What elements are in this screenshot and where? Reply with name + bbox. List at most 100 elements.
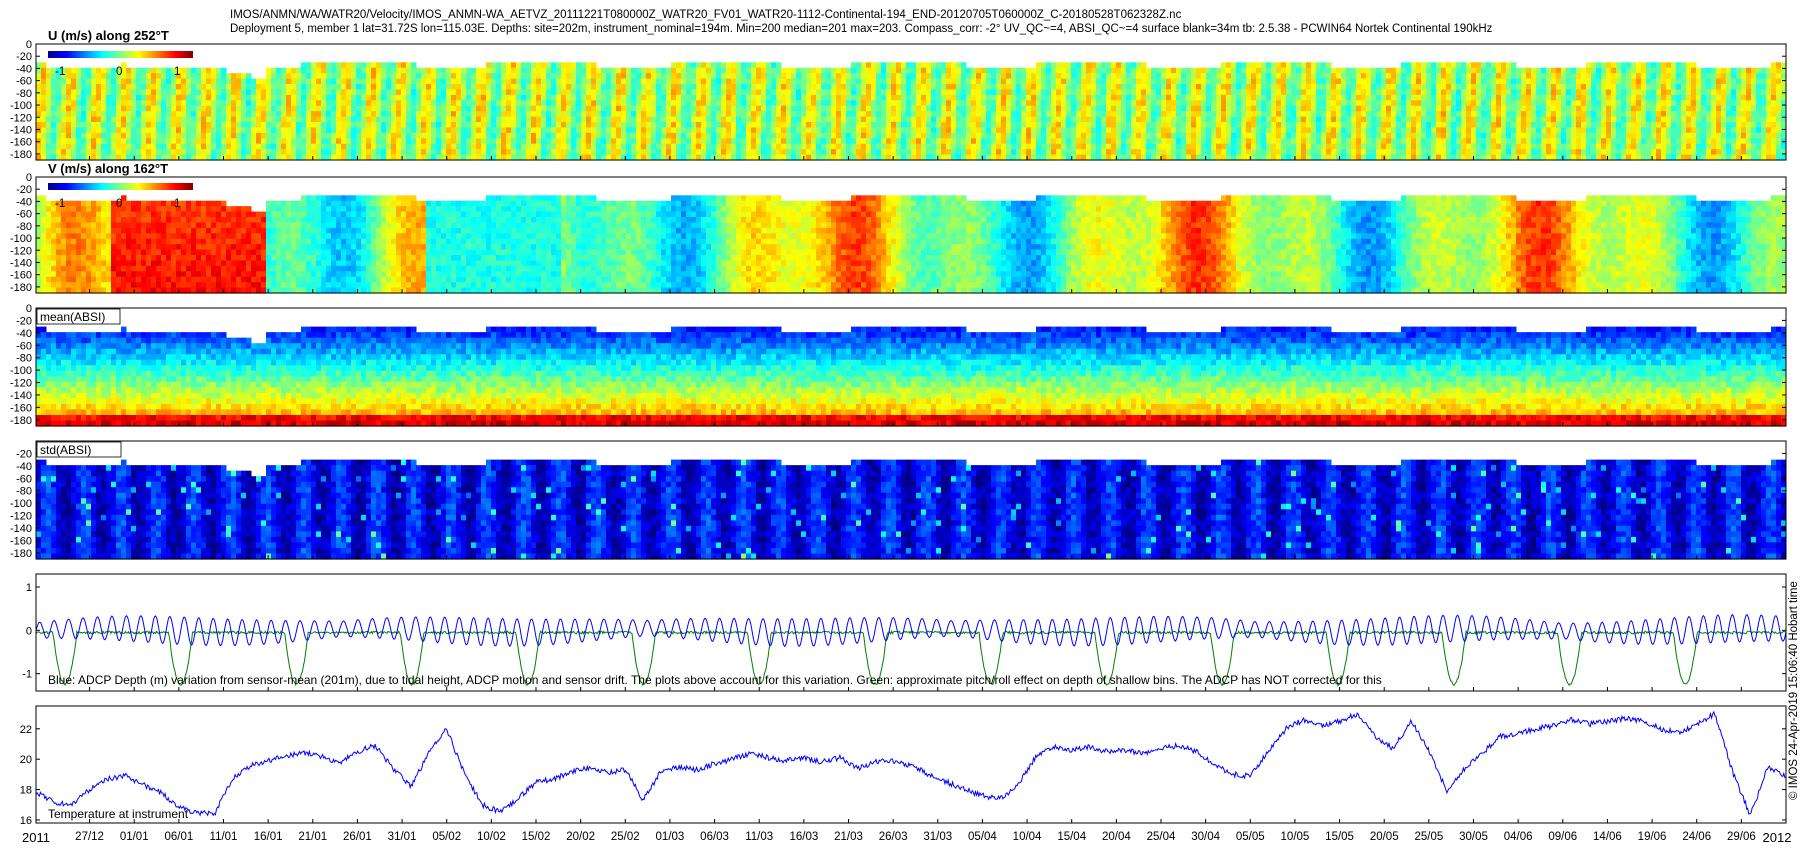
heatmap-cell: [196, 67, 202, 74]
heatmap-cell: [901, 73, 907, 80]
heatmap-cell: [476, 84, 482, 91]
heatmap-cell: [831, 78, 837, 85]
heatmap-cell: [466, 116, 472, 123]
heatmap-cell: [1431, 116, 1437, 123]
heatmap-cell: [66, 73, 72, 80]
heatmap-cell: [56, 78, 62, 85]
heatmap-cell: [1296, 138, 1302, 145]
heatmap-cell: [281, 138, 287, 145]
heatmap-cell: [1396, 94, 1402, 101]
heatmap-cell: [441, 105, 447, 112]
heatmap-cell: [786, 138, 792, 145]
heatmap-cell: [681, 132, 687, 139]
heatmap-cell: [1396, 73, 1402, 80]
heatmap-cell: [856, 138, 862, 145]
heatmap-cell: [436, 67, 442, 74]
heatmap-cell: [761, 143, 767, 150]
heatmap-cell: [956, 127, 962, 134]
heatmap-cell: [231, 143, 237, 150]
heatmap-cell: [36, 111, 42, 118]
heatmap-cell: [1401, 62, 1407, 69]
heatmap-cell: [56, 105, 62, 112]
heatmap-cell: [456, 67, 462, 74]
heatmap-cell: [571, 78, 577, 85]
heatmap-cell: [171, 111, 177, 118]
heatmap-cell: [1346, 89, 1352, 96]
heatmap-cell: [1156, 73, 1162, 80]
heatmap-cell: [1186, 67, 1192, 74]
heatmap-cell: [176, 94, 182, 101]
heatmap-cell: [1436, 100, 1442, 107]
heatmap-cell: [161, 94, 167, 101]
heatmap-cell: [306, 143, 312, 150]
heatmap-cell: [601, 132, 607, 139]
heatmap-cell: [631, 138, 637, 145]
heatmap-cell: [1091, 105, 1097, 112]
heatmap-cell: [981, 143, 987, 150]
heatmap-cell: [41, 67, 47, 74]
heatmap-cell: [1261, 143, 1267, 150]
heatmap-cell: [226, 138, 232, 145]
heatmap-cell: [636, 78, 642, 85]
heatmap-cell: [186, 143, 192, 150]
heatmap-cell: [341, 62, 347, 69]
heatmap-cell: [1431, 122, 1437, 129]
heatmap-cell: [911, 143, 917, 150]
heatmap-cell: [601, 149, 607, 156]
heatmap-cell: [426, 84, 432, 91]
heatmap-cell: [1256, 67, 1262, 74]
heatmap-cell: [276, 73, 282, 80]
heatmap-cell: [366, 73, 372, 80]
heatmap-cell: [351, 94, 357, 101]
heatmap-cell: [876, 132, 882, 139]
heatmap-cell: [1131, 78, 1137, 85]
heatmap-cell: [1411, 149, 1417, 156]
heatmap-cell: [1131, 89, 1137, 96]
heatmap-cell: [1346, 73, 1352, 80]
heatmap-cell: [101, 127, 107, 134]
heatmap-cell: [231, 149, 237, 156]
heatmap-cell: [1156, 116, 1162, 123]
heatmap-cell: [826, 105, 832, 112]
heatmap-cell: [76, 78, 82, 85]
heatmap-cell: [51, 111, 57, 118]
heatmap-cell: [861, 105, 867, 112]
heatmap-cell: [691, 149, 697, 156]
heatmap-cell: [1016, 111, 1022, 118]
heatmap-cell: [871, 149, 877, 156]
heatmap-cell: [36, 132, 42, 139]
heatmap-cell: [1096, 100, 1102, 107]
heatmap-cell: [206, 94, 212, 101]
heatmap-cell: [1116, 73, 1122, 80]
heatmap-cell: [576, 94, 582, 101]
heatmap-cell: [1081, 127, 1087, 134]
heatmap-cell: [1301, 94, 1307, 101]
heatmap-cell: [646, 143, 652, 150]
heatmap-cell: [481, 94, 487, 101]
heatmap-cell: [946, 132, 952, 139]
heatmap-cell: [696, 84, 702, 91]
heatmap-cell: [231, 78, 237, 85]
heatmap-cell: [1136, 132, 1142, 139]
heatmap-cell: [1406, 62, 1412, 69]
heatmap-cell: [736, 100, 742, 107]
heatmap-cell: [1101, 73, 1107, 80]
heatmap-cell: [556, 149, 562, 156]
heatmap-cell: [1011, 138, 1017, 145]
heatmap-cell: [1021, 67, 1027, 74]
heatmap-cell: [561, 138, 567, 145]
heatmap-cell: [416, 132, 422, 139]
heatmap-cell: [846, 111, 852, 118]
heatmap-cell: [1101, 67, 1107, 74]
heatmap-cell: [501, 94, 507, 101]
heatmap-cell: [896, 73, 902, 80]
heatmap-cell: [1336, 105, 1342, 112]
heatmap-cell: [201, 78, 207, 85]
heatmap-cell: [146, 132, 152, 139]
heatmap-cell: [876, 127, 882, 134]
heatmap-cell: [1406, 138, 1412, 145]
heatmap-cell: [101, 143, 107, 150]
heatmap-cell: [491, 84, 497, 91]
heatmap-cell: [736, 111, 742, 118]
heatmap-cell: [981, 127, 987, 134]
